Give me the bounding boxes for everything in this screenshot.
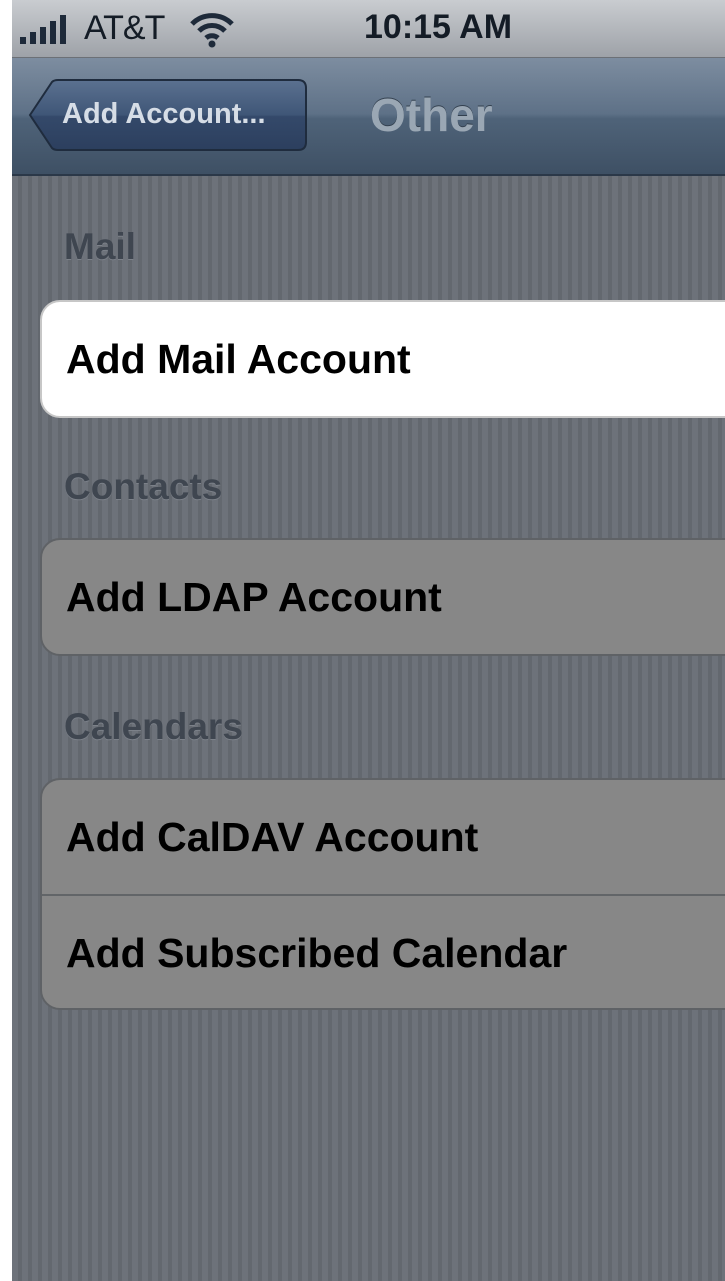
carrier-label: AT&T: [84, 9, 165, 47]
status-bar: AT&T 10:15 AM: [12, 0, 725, 58]
iphone-screen: AT&T 10:15 AM Add Account... Other Mail …: [12, 0, 725, 1281]
section-header-contacts: Contacts: [64, 466, 223, 507]
add-caldav-account-cell[interactable]: Add CalDAV Account: [42, 780, 725, 894]
add-mail-account-cell[interactable]: Add Mail Account: [42, 302, 725, 416]
add-subscribed-calendar-cell[interactable]: Add Subscribed Calendar: [42, 894, 725, 1008]
page-title: Other: [370, 89, 493, 141]
add-subscribed-calendar-label: Add Subscribed Calendar: [66, 930, 568, 976]
screen-frame: AT&T 10:15 AM Add Account... Other Mail …: [0, 0, 725, 1281]
add-ldap-account-label: Add LDAP Account: [66, 574, 442, 620]
mail-group: Add Mail Account: [40, 300, 725, 418]
section-header-calendars: Calendars: [64, 706, 243, 747]
signal-bars-icon: [20, 14, 82, 44]
back-button-label: Add Account...: [62, 98, 266, 130]
back-button[interactable]: Add Account...: [28, 78, 308, 152]
contacts-group: Add LDAP Account: [40, 538, 725, 656]
add-caldav-account-label: Add CalDAV Account: [66, 814, 479, 860]
add-mail-account-label: Add Mail Account: [66, 336, 411, 382]
add-ldap-account-cell[interactable]: Add LDAP Account: [42, 540, 725, 654]
navigation-bar: Add Account... Other: [12, 58, 725, 176]
section-header-mail: Mail: [64, 226, 136, 267]
wifi-icon: [190, 12, 234, 48]
clock: 10:15 AM: [364, 8, 513, 46]
calendars-group: Add CalDAV Account Add Subscribed Calend…: [40, 778, 725, 1010]
